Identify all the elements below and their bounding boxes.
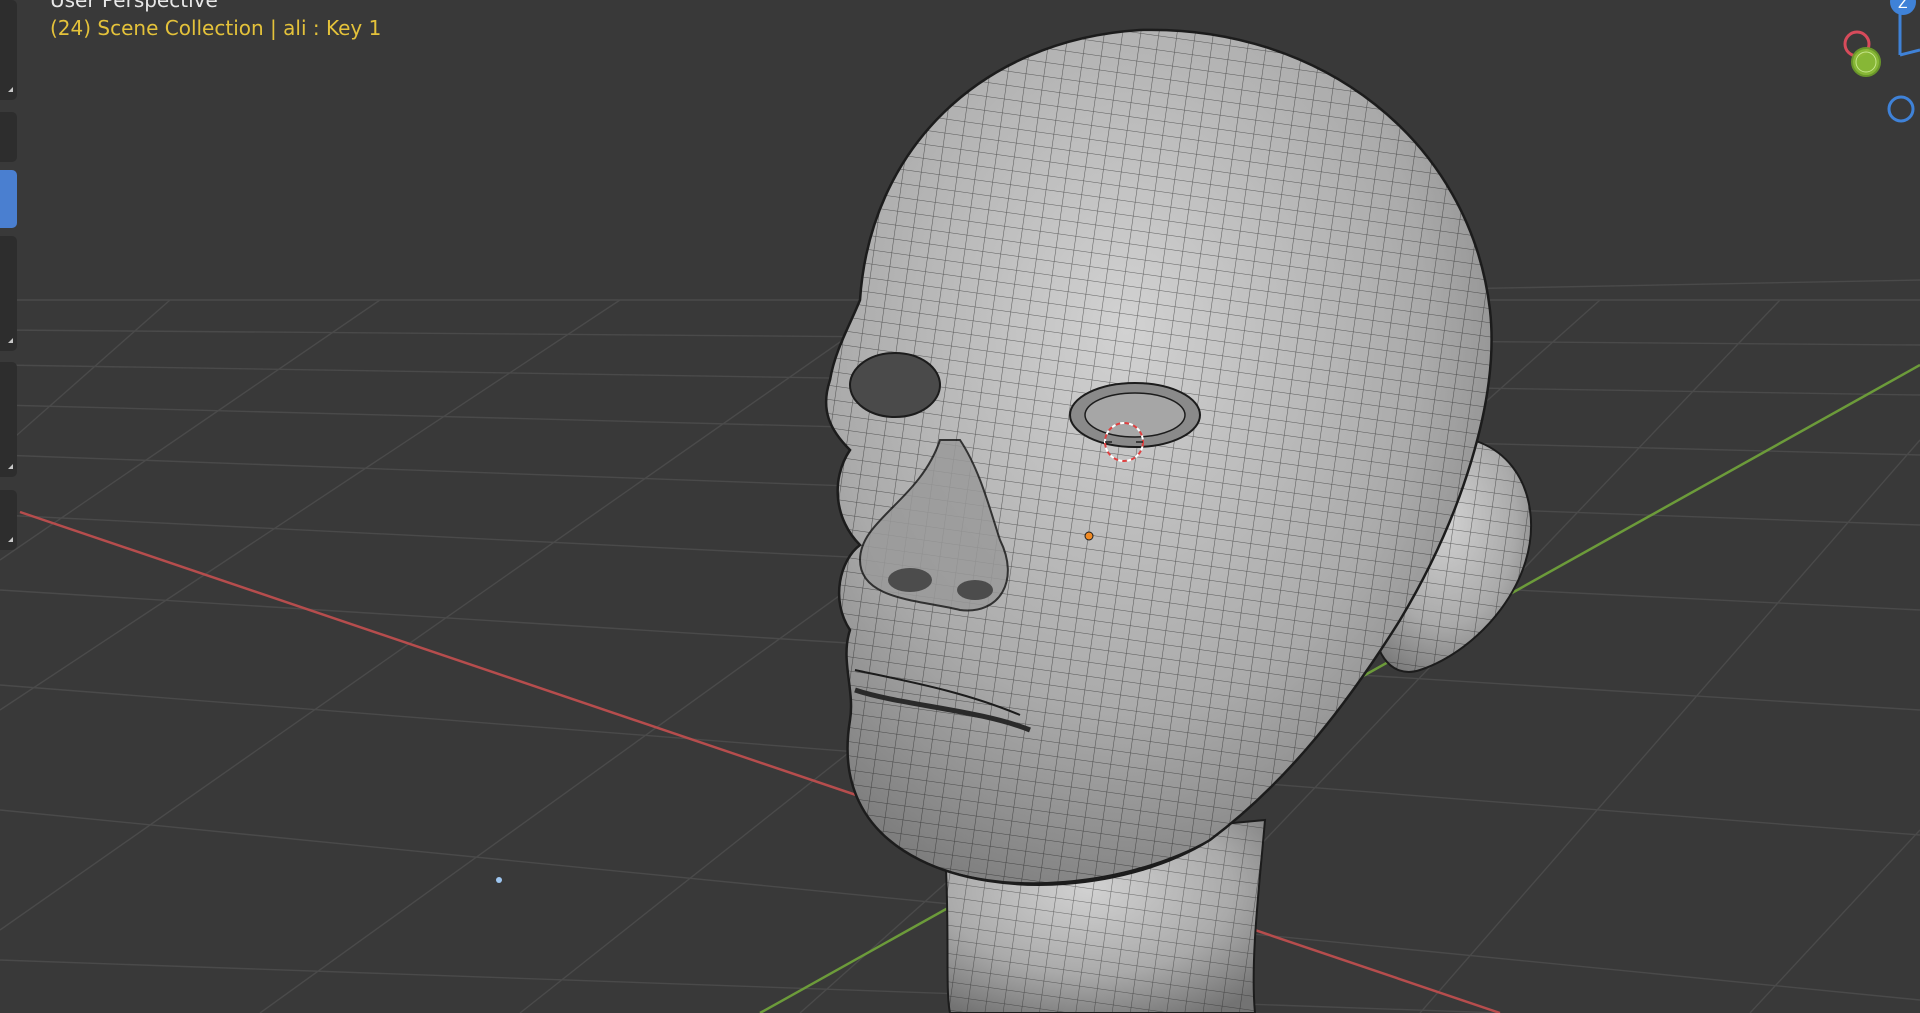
tool-annotate-icon[interactable]	[0, 362, 17, 477]
3d-viewport[interactable]: Z User Perspective (24) Scene Collection…	[0, 0, 1920, 1013]
viewport-scene[interactable]: Z	[0, 0, 1920, 1013]
tool-rotate-icon[interactable]	[0, 112, 17, 162]
scene-collection-label: (24) Scene Collection | ali : Key 1	[50, 16, 382, 40]
gizmo-z-label: Z	[1898, 0, 1908, 12]
tool-scale-icon[interactable]	[0, 236, 17, 351]
view-perspective-label: User Perspective	[50, 0, 218, 12]
object-origin-icon[interactable]	[1084, 531, 1094, 541]
tool-measure-icon[interactable]	[0, 490, 17, 550]
light-icon[interactable]	[496, 877, 502, 883]
tool-shelf	[0, 0, 18, 560]
navigation-gizmo-icon[interactable]: Z	[1843, 0, 1920, 123]
tool-active-icon[interactable]	[0, 170, 17, 228]
head-mesh[interactable]	[824, 28, 1533, 1013]
tool-move-icon[interactable]	[0, 0, 17, 100]
